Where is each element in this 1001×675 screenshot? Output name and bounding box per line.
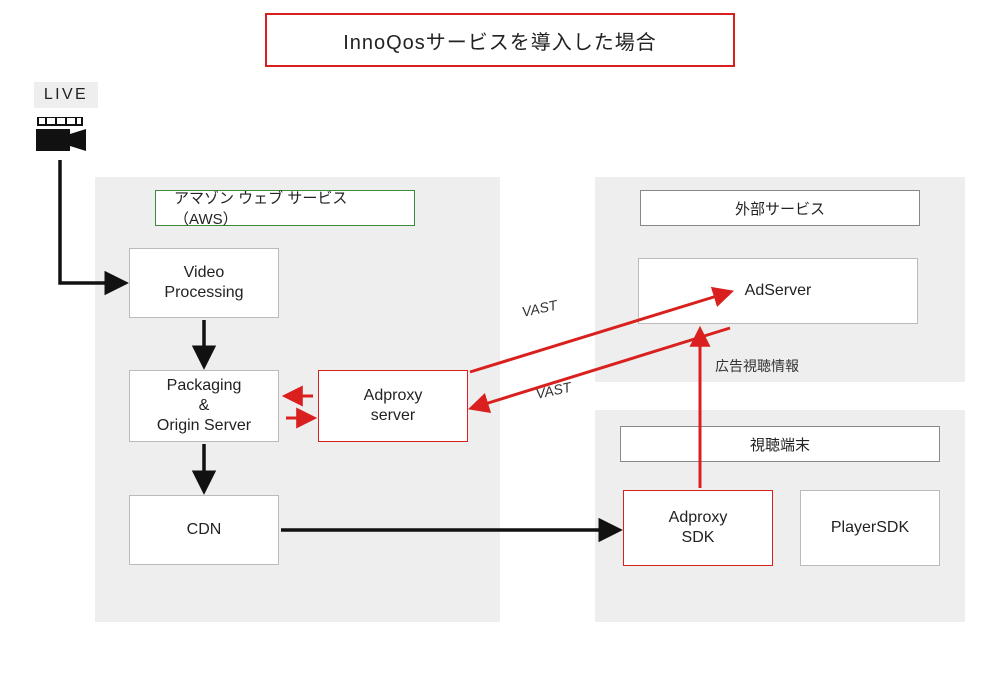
title-frame: InnoQosサービスを導入した場合 (265, 13, 735, 67)
adproxy-sdk-node: Adproxy SDK (623, 490, 773, 566)
vast-up-label: VAST (520, 297, 558, 320)
diagram-stage: InnoQosサービスを導入した場合 LIVE アマゾン ウェブ サービス（AW… (0, 0, 1001, 675)
packaging-label: Packaging & Origin Server (157, 376, 251, 436)
adproxy-sdk-label: Adproxy SDK (669, 508, 728, 548)
external-panel-label: 外部サービス (640, 190, 920, 226)
live-text: LIVE (44, 86, 88, 104)
packaging-node: Packaging & Origin Server (129, 370, 279, 442)
aws-panel-label: アマゾン ウェブ サービス（AWS） (155, 190, 415, 226)
video-processing-label: Video Processing (164, 263, 243, 303)
ad-view-info-label: 広告視聴情報 (715, 356, 799, 376)
live-badge: LIVE (34, 82, 98, 108)
player-sdk-label: PlayerSDK (831, 518, 909, 538)
cdn-node: CDN (129, 495, 279, 565)
vast-down-label: VAST (534, 379, 572, 402)
title-text: InnoQosサービスを導入した場合 (343, 26, 657, 55)
adserver-node: AdServer (638, 258, 918, 324)
player-sdk-node: PlayerSDK (800, 490, 940, 566)
adproxy-server-label: Adproxy server (364, 386, 423, 426)
aws-panel-label-text: アマゾン ウェブ サービス（AWS） (174, 187, 396, 229)
video-camera-icon (36, 117, 92, 162)
external-panel-label-text: 外部サービス (735, 198, 825, 219)
adserver-label: AdServer (745, 281, 812, 301)
device-panel-label-text: 視聴端末 (750, 434, 810, 455)
video-processing-node: Video Processing (129, 248, 279, 318)
cdn-label: CDN (187, 520, 222, 540)
device-panel-label: 視聴端末 (620, 426, 940, 462)
adproxy-server-node: Adproxy server (318, 370, 468, 442)
